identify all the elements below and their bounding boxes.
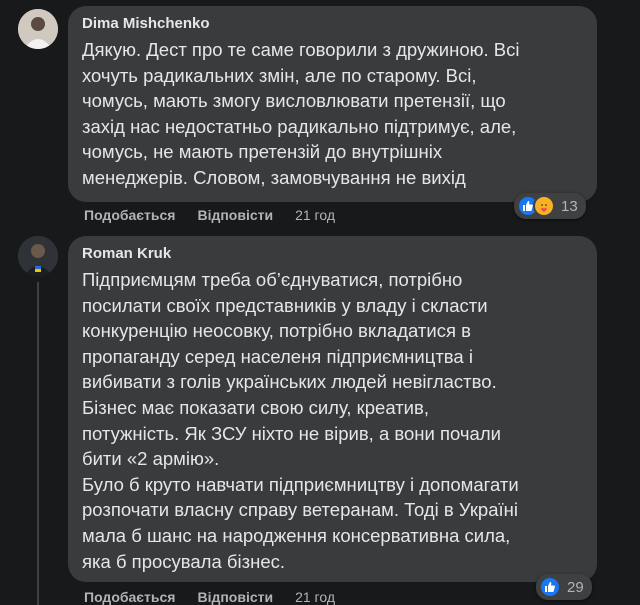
comment-text-line: пропаганду серед населеня підприємництва… [82,345,473,367]
comment-text-line: захід нас недостатньо радикально підтрим… [82,115,517,137]
comment-text-line: Підприємцям треба об’єднуватися, потрібн… [82,269,463,290]
comment-actions: Подобається Відповісти 21 год [84,207,335,223]
reply-thread-line [37,282,39,605]
avatar[interactable] [18,236,58,276]
comment-timestamp[interactable]: 21 год [295,589,335,605]
reaction-count: 13 [561,197,578,215]
reaction-count: 29 [567,578,584,596]
comment-text-line: конкуренцію неосовку, потрібно вкладатис… [82,320,471,342]
comment-text-line: чомусь, мають змогу висловлювати претенз… [82,90,506,112]
like-link[interactable]: Подобається [84,207,175,223]
reply-link[interactable]: Відповісти [197,207,273,223]
comment-text-line: яка б просувала бізнес. [82,550,285,572]
reaction-summary[interactable]: 29 [536,574,592,600]
comment-author[interactable]: Dima Mishchenko [82,14,583,34]
comment-text-line: менеджерів. Словом, замовчування не вихі… [82,166,466,188]
reply-link[interactable]: Відповісти [197,589,273,605]
comment-bubble: Roman Kruk Підприємцям треба об’єднувати… [68,236,597,582]
comment-text-line: бити «2 армію». [82,448,220,470]
comment-text-line: посилати своїх представників у владу і с… [82,294,488,316]
care-icon [533,195,555,217]
comment-author[interactable]: Roman Kruk [82,244,583,264]
comment-text-line: вибивати з голів українських людей невіг… [82,371,497,393]
comment-bubble: Dima Mishchenko Дякую. Дест про те саме … [68,6,597,202]
like-link[interactable]: Подобається [84,589,175,605]
comment-text-line: мала б шанс на народження консервативна … [82,524,511,546]
comment-text-line: хочуть радикальних змін, але по старому.… [82,64,477,86]
comment-text-line: потужність. Як ЗСУ ніхто не вірив, а вон… [82,422,501,444]
like-icon [539,576,561,598]
avatar[interactable] [18,9,58,49]
comment-timestamp[interactable]: 21 год [295,207,335,223]
comment-text-line: Було б круто навчати підприємництву і до… [82,473,519,495]
comment-text-line: Бізнес має показати свою силу, креатив, [82,396,429,418]
comment-actions: Подобається Відповісти 21 год [84,589,335,605]
comment-text-line: Дякую. Дест про те саме говорили з дружи… [82,39,520,60]
comment-text-line: чомусь, не мають претензій до внутрішніх [82,141,443,163]
reaction-summary[interactable]: 13 [514,193,586,219]
comment-text-line: розпочати власну справу ветеранам. Тоді … [82,499,518,521]
